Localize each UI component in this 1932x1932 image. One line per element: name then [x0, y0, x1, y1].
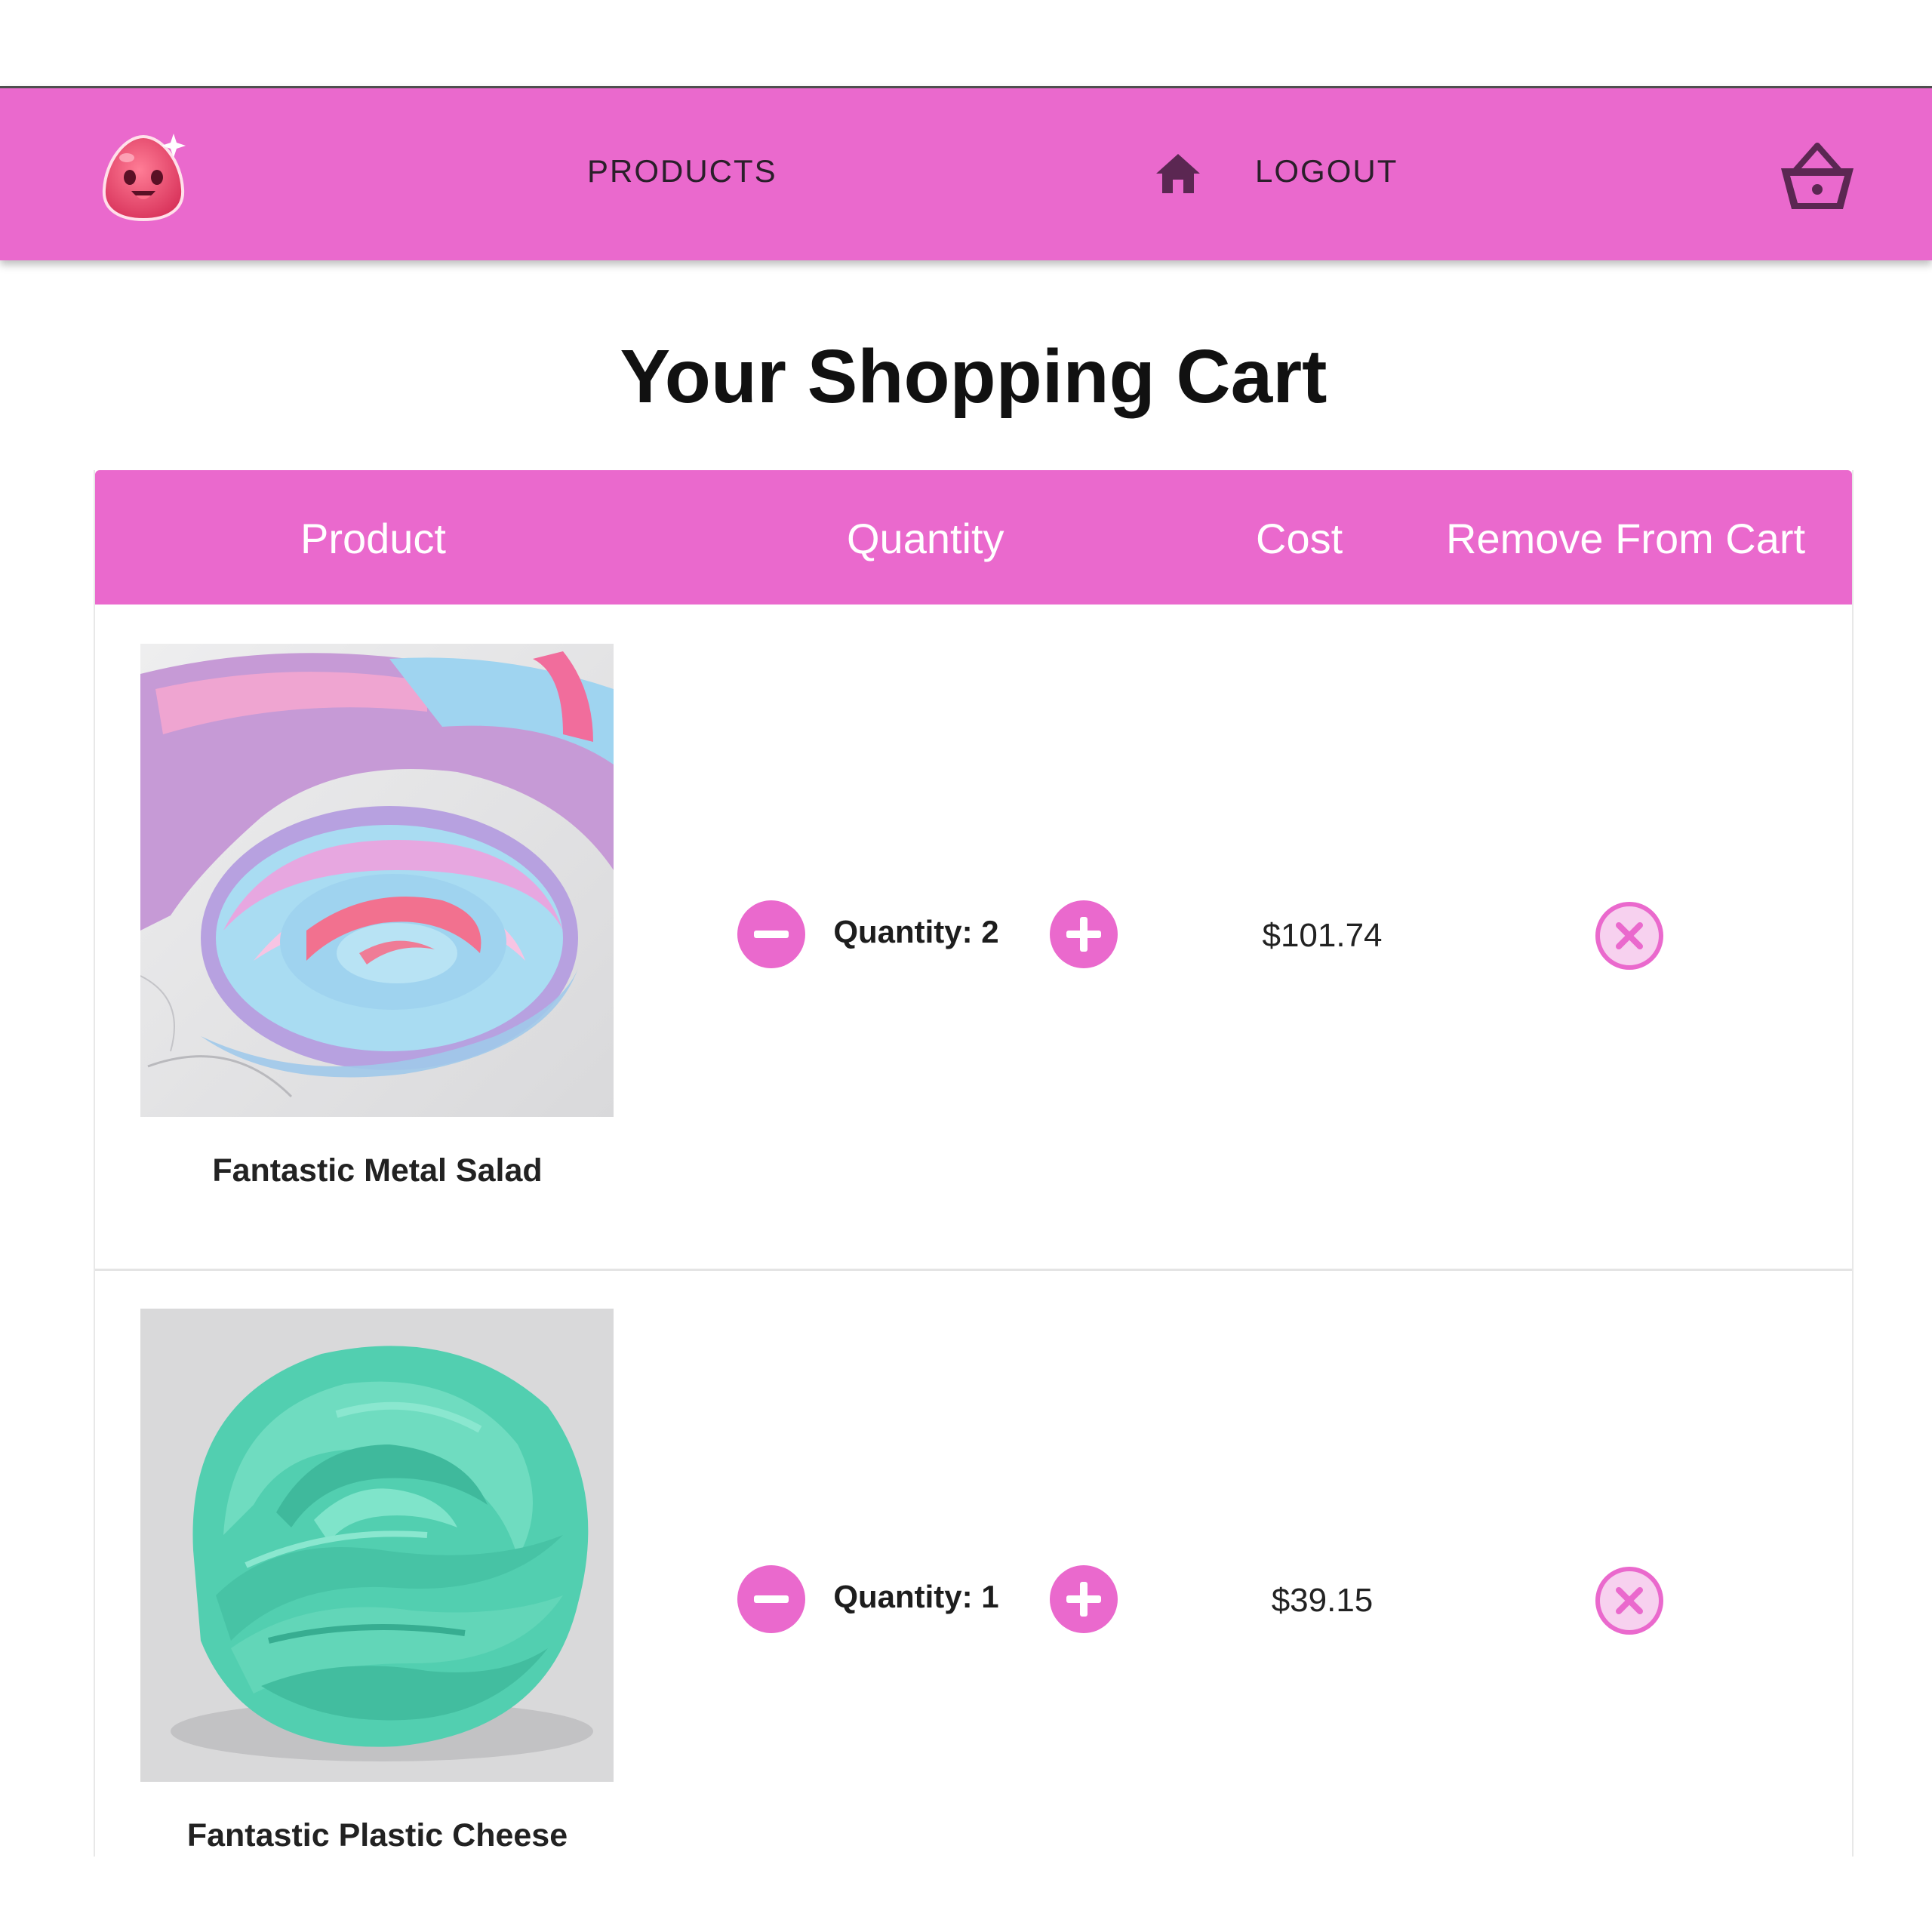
- cart-table: Product Quantity Cost Remove From Cart F…: [94, 470, 1854, 1857]
- close-circle-icon: [1595, 902, 1663, 970]
- top-navbar: PRODUCTS LOGOUT: [0, 86, 1932, 260]
- increase-quantity-button[interactable]: [1050, 1565, 1118, 1633]
- product-name: Fantastic Metal Salad: [212, 1152, 543, 1189]
- home-icon[interactable]: [1155, 151, 1201, 196]
- plus-circle-icon: [1066, 1582, 1101, 1617]
- column-header-remove: Remove From Cart: [1446, 515, 1806, 562]
- nav-logout-link[interactable]: LOGOUT: [1255, 153, 1398, 189]
- product-image[interactable]: [140, 644, 614, 1117]
- remove-from-cart-button[interactable]: [1594, 900, 1665, 971]
- remove-from-cart-button[interactable]: [1594, 1565, 1665, 1636]
- shopping-basket-icon[interactable]: [1778, 141, 1857, 214]
- column-header-quantity: Quantity: [847, 515, 1004, 562]
- page-title: Your Shopping Cart: [620, 334, 1327, 419]
- plus-circle-icon: [1066, 917, 1101, 952]
- product-name: Fantastic Plastic Cheese: [186, 1817, 568, 1854]
- nav-products-link[interactable]: PRODUCTS: [587, 153, 777, 189]
- item-cost: $101.74: [1262, 917, 1383, 954]
- increase-quantity-button[interactable]: [1050, 900, 1118, 968]
- product-image[interactable]: [140, 1309, 614, 1782]
- slime-logo-icon[interactable]: [97, 131, 190, 224]
- quantity-label: Quantity: 1: [833, 1579, 999, 1614]
- table-row: Fantastic Plastic Cheese Quantity: 1 $39…: [95, 1269, 1852, 1857]
- table-header: Product Quantity Cost Remove From Cart: [95, 470, 1852, 605]
- column-header-product: Product: [300, 515, 446, 562]
- close-circle-icon: [1595, 1567, 1663, 1635]
- table-row: Fantastic Metal Salad Quantity: 2 $101.7…: [95, 605, 1852, 1271]
- item-cost: $39.15: [1271, 1582, 1374, 1619]
- quantity-label: Quantity: 2: [833, 914, 999, 949]
- column-header-cost: Cost: [1256, 515, 1343, 562]
